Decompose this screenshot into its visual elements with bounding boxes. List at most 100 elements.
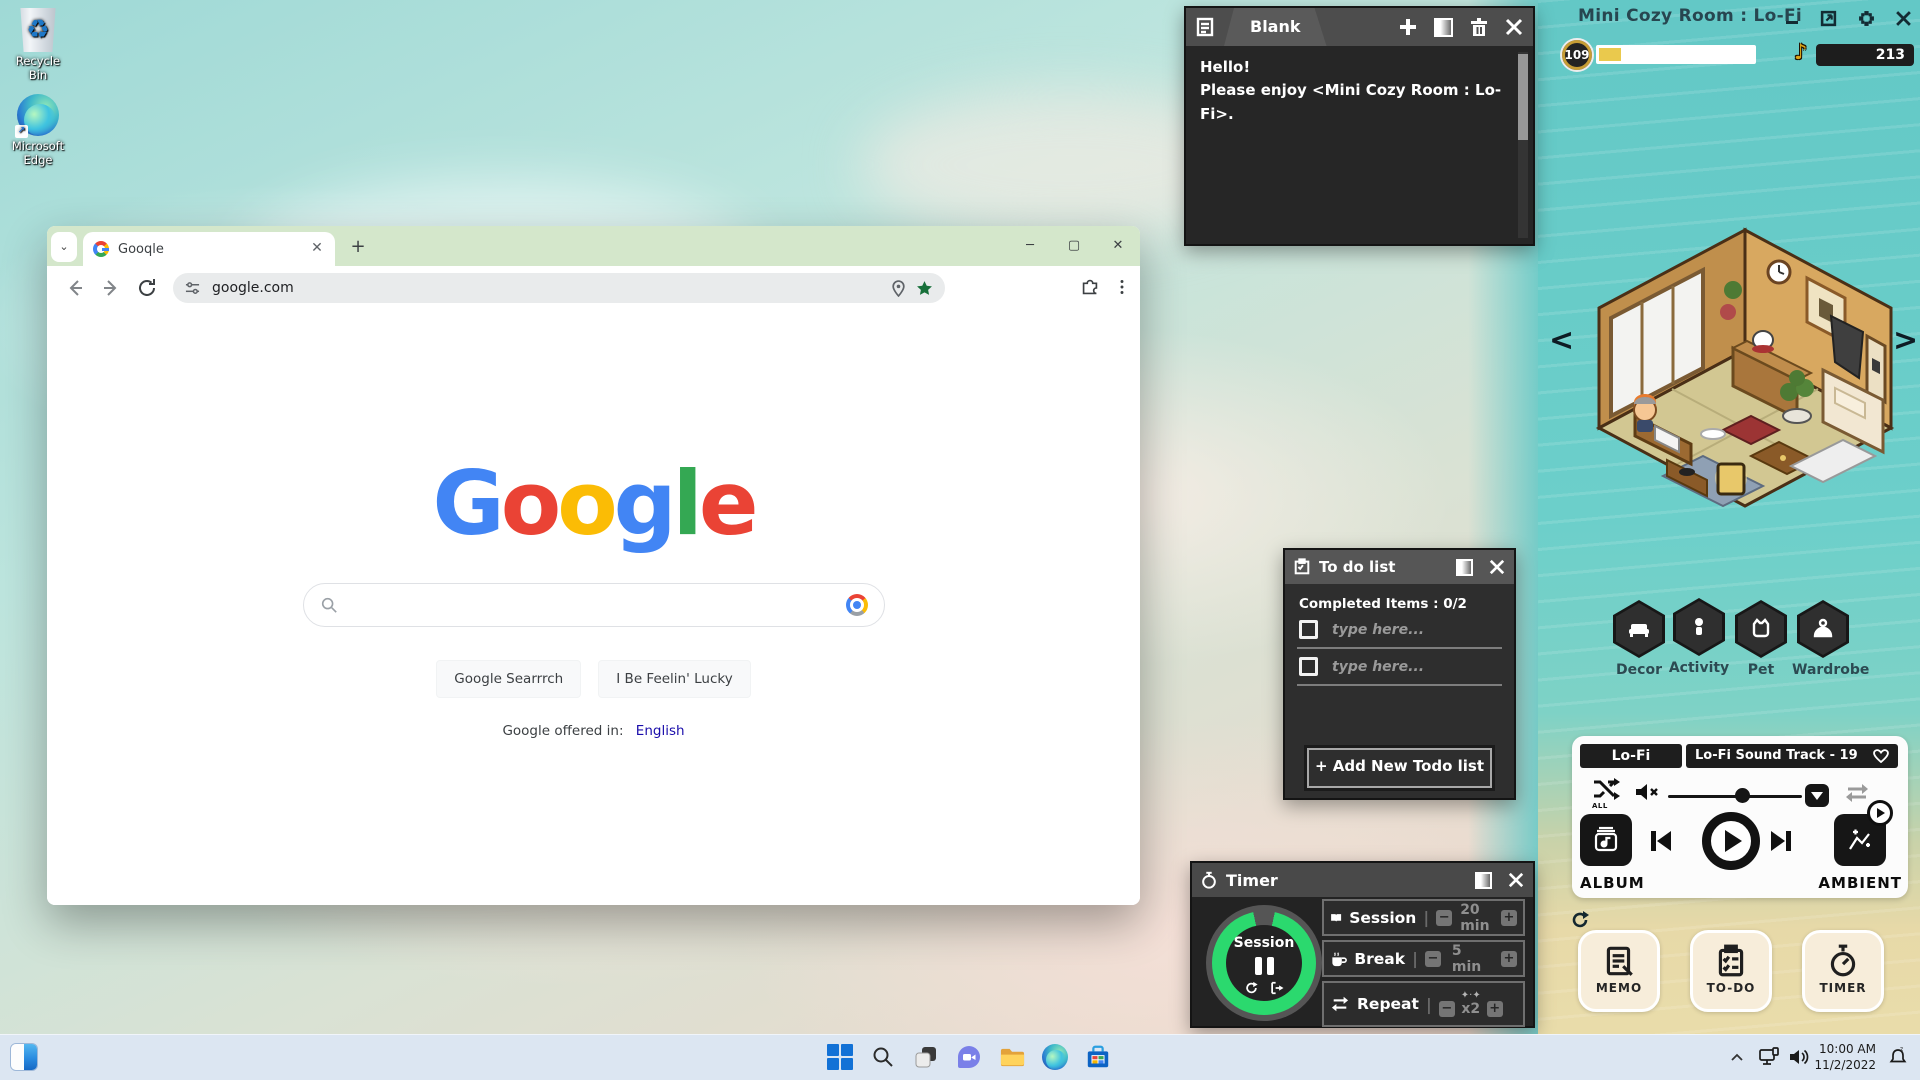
menu-dots-icon[interactable] bbox=[1111, 276, 1135, 300]
new-tab-button[interactable]: + bbox=[347, 236, 369, 258]
session-plus-button[interactable]: + bbox=[1501, 910, 1517, 926]
edge-taskbar-icon[interactable] bbox=[1041, 1043, 1069, 1071]
dock-memo-button[interactable]: MEMO bbox=[1578, 930, 1660, 1012]
memo-text-area[interactable]: Hello! Please enjoy <Mini Cozy Room : Lo… bbox=[1186, 46, 1533, 136]
todo-checkbox[interactable] bbox=[1299, 657, 1318, 676]
browser-maximize-button[interactable]: ▢ bbox=[1052, 226, 1096, 266]
memo-add-icon[interactable] bbox=[1398, 17, 1418, 37]
desktop-icon-recycle-bin[interactable]: ♻ Recycle Bin bbox=[6, 8, 70, 82]
skip-icon[interactable] bbox=[1269, 981, 1284, 995]
room-prev-arrow[interactable]: < bbox=[1549, 326, 1574, 356]
search-input[interactable] bbox=[348, 595, 836, 615]
volume-slider-knob[interactable] bbox=[1735, 788, 1750, 803]
browser-close-button[interactable]: ✕ bbox=[1096, 226, 1140, 266]
forward-button[interactable] bbox=[99, 276, 123, 300]
repeat-plus-button[interactable]: + bbox=[1487, 1001, 1503, 1017]
session-minus-button[interactable]: − bbox=[1436, 910, 1452, 926]
repeat-icon[interactable] bbox=[1844, 782, 1870, 804]
store-icon[interactable] bbox=[1084, 1043, 1112, 1071]
speaker-icon[interactable] bbox=[1786, 1043, 1812, 1071]
chat-icon[interactable] bbox=[955, 1043, 983, 1071]
address-bar[interactable] bbox=[173, 273, 945, 303]
todo-opacity-icon[interactable] bbox=[1456, 559, 1473, 576]
memo-close-icon[interactable] bbox=[1505, 18, 1523, 36]
nav-decor[interactable]: Decor bbox=[1608, 600, 1670, 678]
play-button[interactable] bbox=[1702, 812, 1760, 870]
break-plus-button[interactable]: + bbox=[1501, 951, 1517, 967]
google-page: Google Google Searrrch I Be Feelin' Luck… bbox=[47, 310, 1140, 905]
todo-title-bar[interactable]: To do list bbox=[1285, 550, 1514, 584]
extensions-icon[interactable] bbox=[1079, 276, 1103, 300]
track-pill[interactable]: Lo-Fi Sound Track - 19 bbox=[1686, 744, 1898, 768]
timer-title-bar[interactable]: Timer bbox=[1192, 863, 1533, 897]
start-button[interactable] bbox=[826, 1043, 854, 1071]
icon-label: Microsoft Edge bbox=[6, 139, 70, 167]
add-todo-button[interactable]: + Add New Todo list bbox=[1307, 748, 1492, 788]
genre-pill[interactable]: Lo-Fi bbox=[1580, 744, 1682, 768]
repeat-minus-button[interactable]: − bbox=[1439, 1001, 1455, 1017]
next-track-icon[interactable] bbox=[1768, 828, 1794, 854]
browser-minimize-button[interactable]: ─ bbox=[1008, 226, 1052, 266]
break-minus-button[interactable]: − bbox=[1425, 951, 1441, 967]
google-search-button[interactable]: Google Searrrch bbox=[436, 660, 581, 698]
nav-activity[interactable]: Activity bbox=[1668, 598, 1730, 676]
notification-bell-icon[interactable]: z bbox=[1884, 1043, 1912, 1071]
memo-scroll-thumb[interactable] bbox=[1518, 54, 1528, 140]
mute-icon[interactable] bbox=[1634, 782, 1660, 802]
shuffle-icon[interactable] bbox=[1592, 778, 1620, 802]
file-explorer-icon[interactable] bbox=[998, 1043, 1026, 1071]
memo-title-bar[interactable]: Blank bbox=[1186, 8, 1533, 46]
coin-count: 213 bbox=[1816, 44, 1914, 66]
memo-scrollbar[interactable] bbox=[1518, 52, 1528, 238]
app-minimize-button[interactable] bbox=[1782, 8, 1802, 28]
google-search-box[interactable] bbox=[303, 583, 885, 627]
heart-icon[interactable] bbox=[1872, 748, 1890, 764]
browser-tab[interactable]: Gooqle ✕ bbox=[83, 232, 335, 266]
app-close-button[interactable] bbox=[1893, 8, 1913, 28]
todo-window: To do list Completed Items : 0/2 + Add N… bbox=[1283, 548, 1516, 800]
app-settings-gear-icon[interactable] bbox=[1856, 8, 1876, 28]
timer-opacity-icon[interactable] bbox=[1475, 872, 1492, 889]
location-pin-icon[interactable] bbox=[891, 280, 906, 297]
dock-timer-button[interactable]: TIMER bbox=[1802, 930, 1884, 1012]
nav-pet[interactable]: Pet bbox=[1730, 600, 1792, 678]
app-popout-button[interactable] bbox=[1818, 8, 1838, 28]
language-link[interactable]: English bbox=[636, 723, 685, 739]
pause-icon[interactable] bbox=[1226, 957, 1302, 975]
todo-checkbox[interactable] bbox=[1299, 620, 1318, 639]
back-button[interactable] bbox=[63, 276, 87, 300]
todo-close-icon[interactable] bbox=[1489, 559, 1505, 575]
reset-position-icon[interactable] bbox=[1570, 910, 1590, 930]
prev-track-icon[interactable] bbox=[1648, 828, 1674, 854]
timer-close-icon[interactable] bbox=[1508, 872, 1524, 888]
nav-wardrobe[interactable]: Wardrobe bbox=[1792, 600, 1854, 678]
tab-close-icon[interactable]: ✕ bbox=[309, 241, 325, 257]
network-icon[interactable] bbox=[1756, 1043, 1782, 1071]
tray-chevron-icon[interactable] bbox=[1726, 1043, 1748, 1071]
tab-strip[interactable]: ⌄ Gooqle ✕ + ─ ▢ ✕ bbox=[47, 226, 1140, 266]
reload-button[interactable] bbox=[135, 276, 159, 300]
icon-label: Recycle Bin bbox=[6, 54, 70, 82]
url-input[interactable] bbox=[210, 279, 891, 297]
task-view-icon[interactable] bbox=[912, 1043, 940, 1071]
search-icon bbox=[320, 596, 338, 614]
lucky-button[interactable]: I Be Feelin' Lucky bbox=[598, 660, 750, 698]
camera-lens-icon[interactable] bbox=[846, 594, 868, 616]
memo-tab[interactable]: Blank bbox=[1224, 8, 1327, 46]
todo-input[interactable] bbox=[1330, 658, 1530, 676]
restart-icon[interactable] bbox=[1244, 981, 1259, 995]
tray-clock[interactable]: 10:00 AM 11/2/2022 bbox=[1814, 1041, 1876, 1073]
memo-trash-icon[interactable] bbox=[1469, 17, 1489, 37]
todo-input[interactable] bbox=[1330, 621, 1530, 639]
desktop-icon-edge[interactable]: ↗ Microsoft Edge bbox=[6, 94, 70, 167]
memo-opacity-icon[interactable] bbox=[1434, 18, 1453, 37]
widgets-button[interactable] bbox=[10, 1043, 38, 1071]
dock-todo-button[interactable]: TO-DO bbox=[1690, 930, 1772, 1012]
tune-icon[interactable] bbox=[185, 281, 200, 296]
ambient-play-badge[interactable] bbox=[1867, 800, 1893, 826]
tab-search-chevron[interactable]: ⌄ bbox=[51, 232, 77, 262]
taskbar-search-icon[interactable] bbox=[869, 1043, 897, 1071]
output-select-button[interactable] bbox=[1805, 784, 1829, 807]
bookmark-star-icon[interactable] bbox=[916, 280, 933, 297]
album-button[interactable] bbox=[1580, 814, 1632, 866]
